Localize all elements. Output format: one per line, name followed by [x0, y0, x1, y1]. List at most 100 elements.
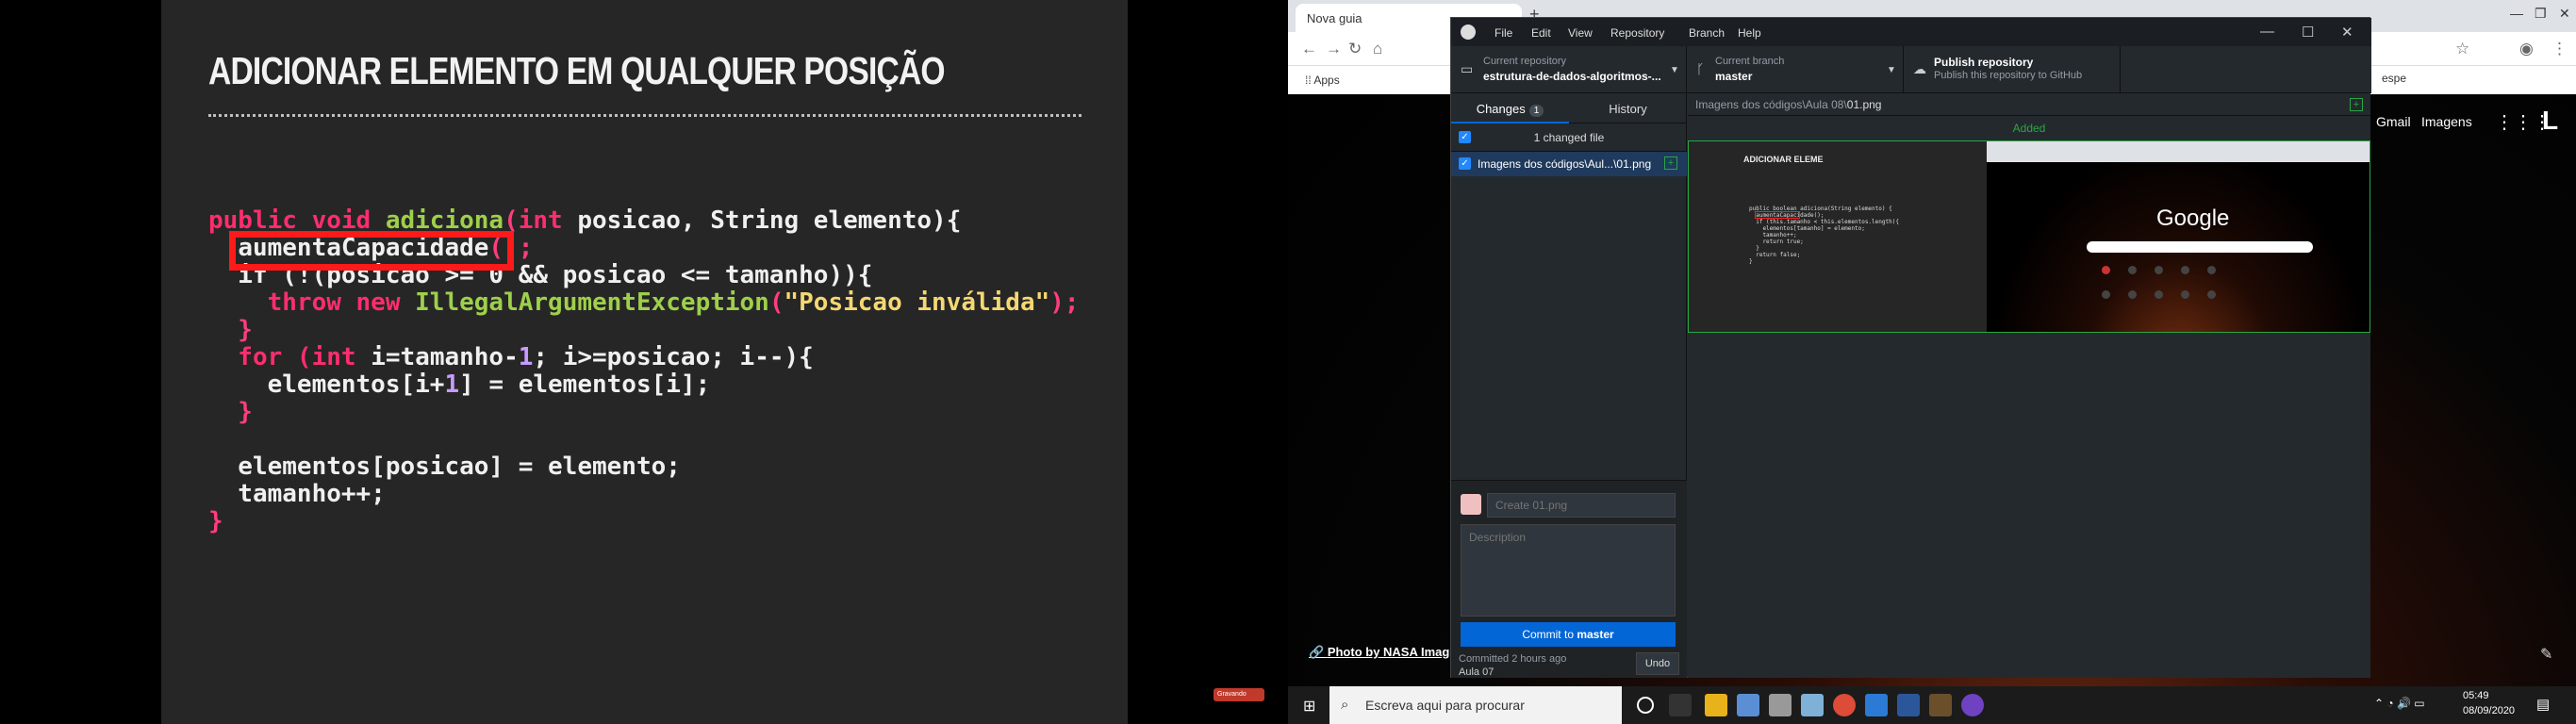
code-throw: throw new: [208, 288, 416, 317]
current-repo-label: Current repository: [1483, 56, 1567, 67]
minimize-icon[interactable]: —: [2510, 6, 2523, 21]
github-toolbar: ▭ Current repository estrutura-de-dados-…: [1451, 46, 2371, 93]
clock-time[interactable]: 05:49: [2463, 690, 2489, 701]
menu-edit[interactable]: Edit: [1531, 26, 1551, 40]
task-view-icon[interactable]: [1669, 694, 1692, 716]
shortcut-icon: [2181, 290, 2189, 299]
image-diff-preview: ADICIONAR ELEME public boolean adiciona(…: [1688, 140, 2370, 333]
shortcut-icon: [2128, 290, 2137, 299]
images-link[interactable]: Imagens: [2421, 114, 2472, 129]
current-branch-value: master: [1715, 70, 1753, 83]
shortcut-icon: [2181, 266, 2189, 274]
committed-when: Committed 2 hours ago: [1459, 653, 1567, 665]
restore-icon[interactable]: ❐: [2535, 6, 2547, 22]
windows-start-icon[interactable]: ⊞: [1303, 697, 1315, 716]
current-repository-selector[interactable]: ▭ Current repository estrutura-de-dados-…: [1451, 46, 1687, 93]
file-added-icon: +: [1664, 156, 1677, 170]
github-desktop-window: File Edit View Repository Branch Help — …: [1450, 17, 2371, 678]
reload-icon[interactable]: ↻: [1348, 40, 1362, 58]
gmail-link[interactable]: Gmail: [2376, 114, 2411, 129]
diff-path-prefix: Imagens dos códigos\Aula 08\: [1695, 98, 1847, 111]
home-icon[interactable]: ⌂: [1373, 40, 1382, 58]
commit-description-input[interactable]: [1461, 524, 1676, 617]
code-string: "Posicao inválida": [784, 288, 1050, 317]
app-icon[interactable]: [1737, 694, 1759, 716]
code-number: 1: [518, 343, 534, 371]
last-commit-info: Committed 2 hours ago Aula 07 Undo: [1451, 652, 1687, 679]
bookmark-item[interactable]: espe: [2382, 72, 2406, 85]
avatar: [1461, 494, 1481, 515]
back-icon[interactable]: ←: [1301, 40, 1317, 58]
changes-sidebar: Changes 1 History ✓ 1 changed file ✓ Imag…: [1451, 93, 1687, 678]
close-icon[interactable]: ✕: [2559, 6, 2570, 22]
code-increment-line: tamanho++;: [208, 480, 386, 508]
clock-date[interactable]: 08/09/2020: [2463, 705, 2515, 716]
file-explorer-icon[interactable]: [1705, 694, 1727, 716]
taskbar-search-box[interactable]: ⌕ Escreva aqui para procurar: [1329, 686, 1622, 724]
system-tray-icons[interactable]: ⌃ ◔ 🔊 ▭: [2374, 697, 2425, 710]
cortana-icon[interactable]: [1637, 697, 1654, 714]
app-icon[interactable]: [1801, 694, 1824, 716]
menu-view[interactable]: View: [1568, 26, 1593, 40]
link-icon: 🔗: [1309, 645, 1328, 659]
commit-button[interactable]: Commit to master: [1461, 622, 1676, 647]
menu-file[interactable]: File: [1494, 26, 1512, 40]
thumbnail-title: ADICIONAR ELEME: [1743, 155, 1824, 164]
commit-summary-input[interactable]: [1487, 493, 1676, 518]
publish-repository-button[interactable]: ☁ Publish repository Publish this reposi…: [1904, 46, 2121, 93]
close-icon[interactable]: ✕: [2341, 24, 2353, 41]
vscode-icon[interactable]: [1865, 694, 1888, 716]
code-params: posicao, String elemento){: [562, 206, 962, 235]
shortcut-icon: [2128, 266, 2137, 274]
slide-divider: [208, 114, 1082, 117]
current-branch-selector[interactable]: ᚴ Current branch master ▼: [1687, 46, 1904, 93]
code-for: for (: [208, 343, 312, 371]
thumbnail-highlight-box: [1755, 211, 1800, 219]
changes-count-badge: 1: [1528, 105, 1544, 117]
code-insert-line: elementos[posicao] = elemento;: [208, 452, 681, 481]
apps-bookmark[interactable]: ⁞⁞ Apps: [1305, 74, 1340, 87]
profile-icon[interactable]: ◉: [2519, 40, 2534, 58]
cloud-upload-icon: ☁: [1913, 61, 1926, 76]
added-label: Added: [2012, 122, 2046, 135]
github-desktop-icon[interactable]: [1961, 694, 1984, 716]
highlight-box: [229, 231, 514, 271]
customize-pencil-icon[interactable]: ✎: [2540, 645, 2552, 664]
code-brace: }: [208, 398, 253, 426]
minimize-icon[interactable]: —: [2260, 24, 2274, 40]
menu-icon[interactable]: ⋮: [2551, 40, 2568, 58]
calculator-icon[interactable]: [1769, 694, 1792, 716]
code-brace: }: [208, 316, 253, 344]
changed-files-header: ✓ 1 changed file: [1451, 123, 1687, 152]
shortcut-icon: [2207, 266, 2216, 274]
thumbnail-search-box: [2087, 241, 2313, 253]
code-paren: (: [768, 288, 784, 317]
presentation-slide: ADICIONAR ELEMENTO EM QUALQUER POSIÇÃO p…: [161, 0, 1128, 724]
windows-taskbar: ⊞ ⌕ Escreva aqui para procurar ⌃ ◔ 🔊 ▭ 0…: [1288, 686, 2576, 724]
menu-repository[interactable]: Repository: [1610, 26, 1664, 40]
undo-button[interactable]: Undo: [1636, 652, 1679, 675]
photo-credit-link[interactable]: 🔗 Photo by NASA Imag: [1309, 645, 1449, 660]
forward-icon[interactable]: →: [1326, 40, 1342, 58]
tab-changes[interactable]: Changes 1: [1451, 93, 1569, 123]
app-icon[interactable]: [1929, 694, 1952, 716]
menu-help[interactable]: Help: [1738, 26, 1761, 40]
tab-history[interactable]: History: [1569, 93, 1687, 123]
notification-icon[interactable]: ▤: [2536, 696, 2550, 713]
branch-icon: ᚴ: [1696, 61, 1705, 76]
commit-button-prefix: Commit to: [1522, 628, 1577, 641]
word-icon[interactable]: [1897, 694, 1920, 716]
code-number: 1: [444, 370, 460, 399]
file-checkbox[interactable]: ✓: [1459, 157, 1471, 170]
menu-branch[interactable]: Branch: [1689, 26, 1725, 40]
code-paren-close: );: [1049, 288, 1080, 317]
account-avatar[interactable]: L: [2542, 106, 2558, 136]
maximize-icon[interactable]: ☐: [2302, 24, 2314, 41]
tab-changes-label: Changes: [1476, 102, 1526, 116]
changed-file-row[interactable]: ✓ Imagens dos códigos\Aul...\01.png +: [1451, 152, 1687, 176]
chrome-icon[interactable]: [1833, 694, 1856, 716]
publish-title: Publish repository: [1934, 56, 2034, 69]
slide-title: ADICIONAR ELEMENTO EM QUALQUER POSIÇÃO: [208, 49, 946, 92]
diff-added-icon: +: [2350, 98, 2363, 111]
star-icon[interactable]: ☆: [2455, 40, 2469, 58]
